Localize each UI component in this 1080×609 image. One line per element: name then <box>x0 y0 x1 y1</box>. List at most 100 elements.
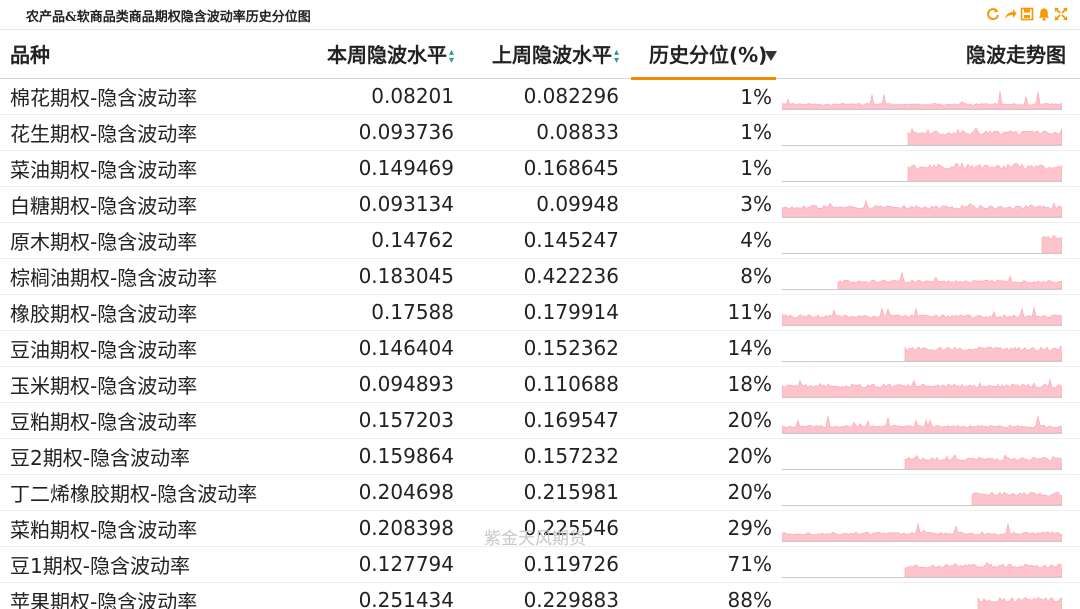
variety-name: 豆1期权-隐含波动率 <box>0 546 290 583</box>
last-week-value: 0.08833 <box>466 114 631 151</box>
variety-name: 原木期权-隐含波动率 <box>0 222 290 259</box>
last-week-value: 0.168645 <box>466 150 631 187</box>
bell-icon[interactable] <box>1037 7 1051 21</box>
percentile-value: 11% <box>631 294 776 331</box>
this-week-value: 0.183045 <box>290 258 466 295</box>
percentile-value: 3% <box>631 186 776 223</box>
this-week-value: 0.208398 <box>290 510 466 547</box>
column-header-trend: 隐波走势图 <box>776 30 1080 79</box>
sparkline <box>782 453 1062 470</box>
this-week-value: 0.204698 <box>290 474 466 511</box>
sparkline <box>782 491 1062 506</box>
this-week-value: 0.093736 <box>290 114 466 151</box>
this-week-value: 0.14762 <box>290 222 466 259</box>
trend-cell <box>776 258 1080 295</box>
table-row[interactable]: 橡胶期权-隐含波动率 0.17588 0.179914 11% <box>0 294 1080 331</box>
trend-cell <box>776 294 1080 331</box>
table-header-row: 品种 本周隐波水平 ▴ ▾ 上周隐波水平 ▴ ▾ 历史分位(%) 隐波走势图 <box>0 30 1080 80</box>
percentile-value: 4% <box>631 222 776 259</box>
table-row[interactable]: 棕榈油期权-隐含波动率 0.183045 0.422236 8% <box>0 258 1080 295</box>
percentile-value: 20% <box>631 474 776 511</box>
this-week-value: 0.127794 <box>290 546 466 583</box>
this-week-value: 0.146404 <box>290 330 466 367</box>
column-header-name[interactable]: 品种 <box>0 30 290 79</box>
table-row[interactable]: 豆油期权-隐含波动率 0.146404 0.152362 14% <box>0 330 1080 367</box>
share-icon[interactable] <box>1003 7 1017 21</box>
variety-name: 玉米期权-隐含波动率 <box>0 366 290 403</box>
last-week-value: 0.157232 <box>466 438 631 475</box>
table-row[interactable]: 苹果期权-隐含波动率 0.251434 0.229883 88% <box>0 582 1080 609</box>
sparkline <box>782 522 1062 542</box>
table-row[interactable]: 原木期权-隐含波动率 0.14762 0.145247 4% <box>0 222 1080 259</box>
sparkline <box>782 378 1062 398</box>
table-row[interactable]: 菜油期权-隐含波动率 0.149469 0.168645 1% <box>0 150 1080 187</box>
last-week-value: 0.09948 <box>466 186 631 223</box>
last-week-value: 0.225546 <box>466 510 631 547</box>
table-row[interactable]: 豆1期权-隐含波动率 0.127794 0.119726 71% <box>0 546 1080 583</box>
trend-cell <box>776 222 1080 259</box>
variety-name: 菜粕期权-隐含波动率 <box>0 510 290 547</box>
this-week-value: 0.149469 <box>290 150 466 187</box>
sparkline-area <box>782 415 1062 433</box>
trend-cell <box>776 582 1080 609</box>
table-row[interactable]: 丁二烯橡胶期权-隐含波动率 0.204698 0.215981 20% <box>0 474 1080 511</box>
sparkline <box>782 344 1062 362</box>
table-row[interactable]: 玉米期权-隐含波动率 0.094893 0.110688 18% <box>0 366 1080 403</box>
percentile-value: 1% <box>631 150 776 187</box>
column-header-this-week[interactable]: 本周隐波水平 ▴ ▾ <box>290 30 466 79</box>
trend-cell <box>776 510 1080 547</box>
trend-cell <box>776 438 1080 475</box>
sparkline <box>782 415 1062 434</box>
last-week-value: 0.179914 <box>466 294 631 331</box>
trend-cell <box>776 474 1080 511</box>
last-week-value: 0.169547 <box>466 402 631 439</box>
this-week-value: 0.094893 <box>290 366 466 403</box>
column-header-last-week[interactable]: 上周隐波水平 ▴ ▾ <box>466 30 631 79</box>
sparkline-area <box>904 561 1062 577</box>
table-row[interactable]: 花生期权-隐含波动率 0.093736 0.08833 1% <box>0 114 1080 151</box>
variety-name: 白糖期权-隐含波动率 <box>0 186 290 223</box>
fullscreen-icon[interactable] <box>1054 7 1068 21</box>
trend-cell <box>776 114 1080 151</box>
variety-name: 棉花期权-隐含波动率 <box>0 78 290 115</box>
table-row[interactable]: 菜粕期权-隐含波动率 0.208398 0.225546 29% <box>0 510 1080 547</box>
table-row[interactable]: 豆粕期权-隐含波动率 0.157203 0.169547 20% <box>0 402 1080 439</box>
trend-cell <box>776 78 1080 115</box>
column-header-percentile[interactable]: 历史分位(%) <box>631 30 778 80</box>
trend-cell <box>776 186 1080 223</box>
last-week-value: 0.110688 <box>466 366 631 403</box>
table-row[interactable]: 白糖期权-隐含波动率 0.093134 0.09948 3% <box>0 186 1080 223</box>
variety-name: 棕榈油期权-隐含波动率 <box>0 258 290 295</box>
variety-name: 菜油期权-隐含波动率 <box>0 150 290 187</box>
last-week-value: 0.152362 <box>466 330 631 367</box>
sparkline <box>782 126 1062 146</box>
percentile-value: 20% <box>631 438 776 475</box>
table-row[interactable]: 豆2期权-隐含波动率 0.159864 0.157232 20% <box>0 438 1080 475</box>
this-week-value: 0.093134 <box>290 186 466 223</box>
variety-name: 橡胶期权-隐含波动率 <box>0 294 290 331</box>
sparkline <box>782 234 1062 254</box>
trend-cell <box>776 366 1080 403</box>
page-title: 农产品&软商品类商品期权隐含波动率历史分位图 <box>26 10 311 25</box>
this-week-value: 0.17588 <box>290 294 466 331</box>
variety-name: 豆粕期权-隐含波动率 <box>0 402 290 439</box>
sparkline <box>782 306 1062 326</box>
sort-icon[interactable]: ▴ ▾ <box>614 47 619 65</box>
last-week-value: 0.229883 <box>466 582 631 609</box>
this-week-value: 0.08201 <box>290 78 466 115</box>
trend-cell <box>776 546 1080 583</box>
sparkline <box>782 161 1062 182</box>
sort-icon[interactable]: ▴ ▾ <box>449 47 454 65</box>
percentile-value: 71% <box>631 546 776 583</box>
sparkline <box>782 199 1062 218</box>
refresh-icon[interactable] <box>986 7 1000 21</box>
volatility-table: 品种 本周隐波水平 ▴ ▾ 上周隐波水平 ▴ ▾ 历史分位(%) 隐波走势图 棉花期权-… <box>0 30 1080 609</box>
last-week-value: 0.119726 <box>466 546 631 583</box>
sparkline-area <box>782 199 1062 217</box>
variety-name: 苹果期权-隐含波动率 <box>0 582 290 609</box>
this-week-value: 0.159864 <box>290 438 466 475</box>
percentile-value: 20% <box>631 402 776 439</box>
table-row[interactable]: 棉花期权-隐含波动率 0.08201 0.082296 1% <box>0 78 1080 115</box>
save-icon[interactable] <box>1020 7 1034 21</box>
last-week-value: 0.082296 <box>466 78 631 115</box>
